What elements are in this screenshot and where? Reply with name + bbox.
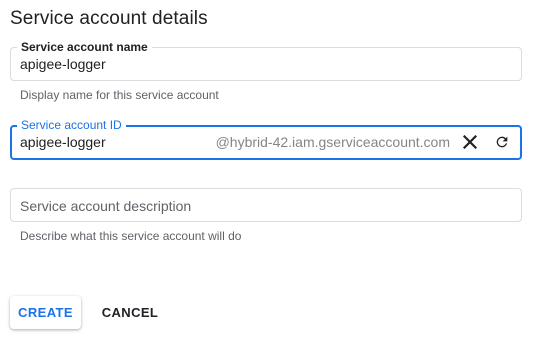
service-account-name-label: Service account name xyxy=(17,40,152,54)
cancel-button[interactable]: CANCEL xyxy=(96,296,164,329)
service-account-name-field[interactable]: Service account name apigee-logger xyxy=(10,40,522,81)
service-account-id-field[interactable]: Service account ID apigee-logger @hybrid… xyxy=(10,118,522,160)
refresh-icon[interactable] xyxy=(490,130,514,154)
close-icon[interactable] xyxy=(458,130,482,154)
service-account-details-form: Service account details Service account … xyxy=(0,0,539,343)
service-account-description-placeholder: Service account description xyxy=(20,198,192,214)
service-account-description-helper: Describe what this service account will … xyxy=(20,229,242,243)
service-account-id-domain-suffix: @hybrid-42.iam.gserviceaccount.com xyxy=(215,134,450,150)
service-account-name-value[interactable]: apigee-logger xyxy=(20,56,106,73)
page-title: Service account details xyxy=(10,8,208,29)
service-account-description-field[interactable]: Service account description xyxy=(10,188,522,222)
create-button[interactable]: CREATE xyxy=(10,296,81,329)
service-account-id-label: Service account ID xyxy=(17,118,126,132)
service-account-id-value[interactable]: apigee-logger xyxy=(20,134,106,151)
service-account-name-helper: Display name for this service account xyxy=(20,88,219,102)
